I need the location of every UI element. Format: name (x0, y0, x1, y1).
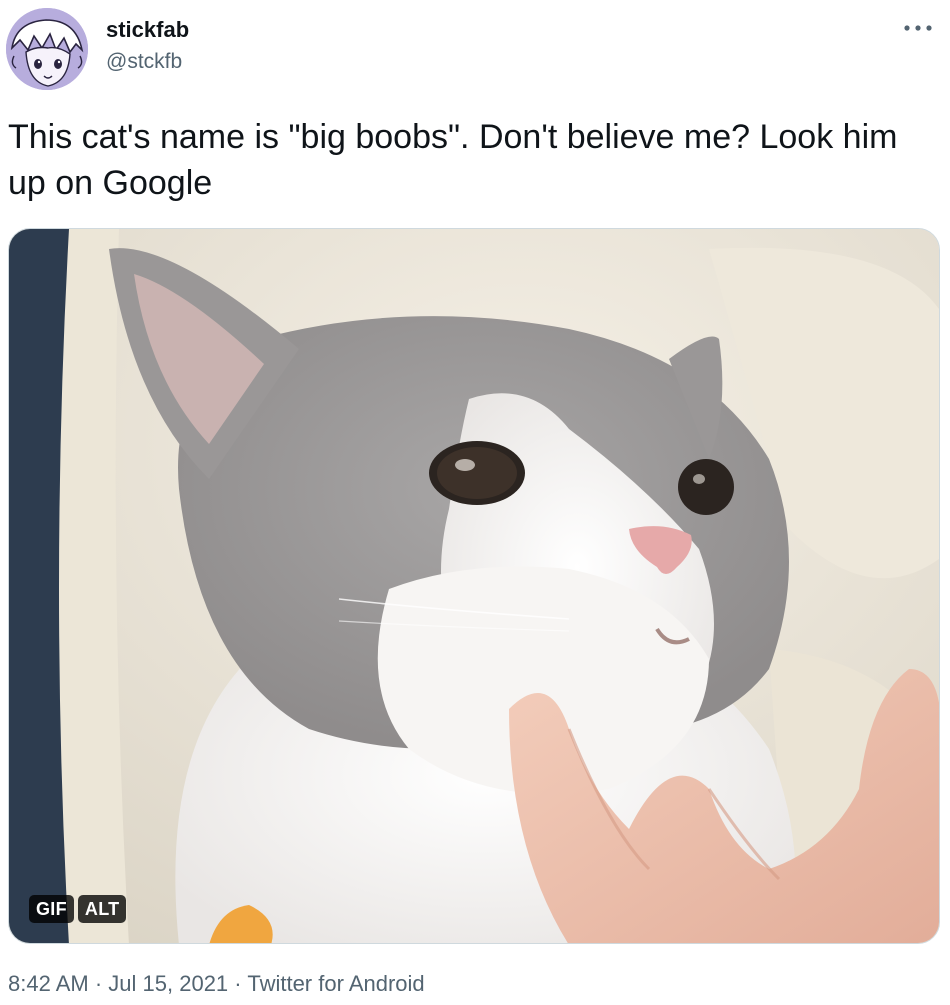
cat-gif-image (9, 229, 939, 943)
tweet-date[interactable]: Jul 15, 2021 (108, 971, 228, 996)
author-avatar[interactable] (6, 8, 88, 90)
meta-separator: · (94, 971, 103, 996)
media-badges: GIF ALT (29, 895, 127, 923)
tweet-card: stickfab @stckfb This cat's name is "big… (0, 0, 950, 1005)
author-display-name[interactable]: stickfab (106, 16, 189, 44)
alt-text-badge[interactable]: ALT (77, 895, 127, 923)
tweet-text: This cat's name is "big boobs". Don't be… (8, 118, 898, 202)
author-names: stickfab @stckfb (106, 16, 189, 76)
tweet-source[interactable]: Twitter for Android (247, 971, 424, 996)
more-options-button[interactable] (900, 18, 936, 38)
gif-badge: GIF (29, 895, 74, 923)
tweet-metadata: 8:42 AM · Jul 15, 2021 · Twitter for And… (8, 970, 425, 998)
tweet-media-gif[interactable]: GIF ALT (8, 228, 940, 944)
anime-character-avatar-icon (6, 8, 88, 90)
author-handle[interactable]: @stckfb (106, 48, 189, 76)
more-horizontal-icon (904, 25, 932, 31)
tweet-time[interactable]: 8:42 AM (8, 971, 89, 996)
meta-separator: · (234, 971, 242, 996)
